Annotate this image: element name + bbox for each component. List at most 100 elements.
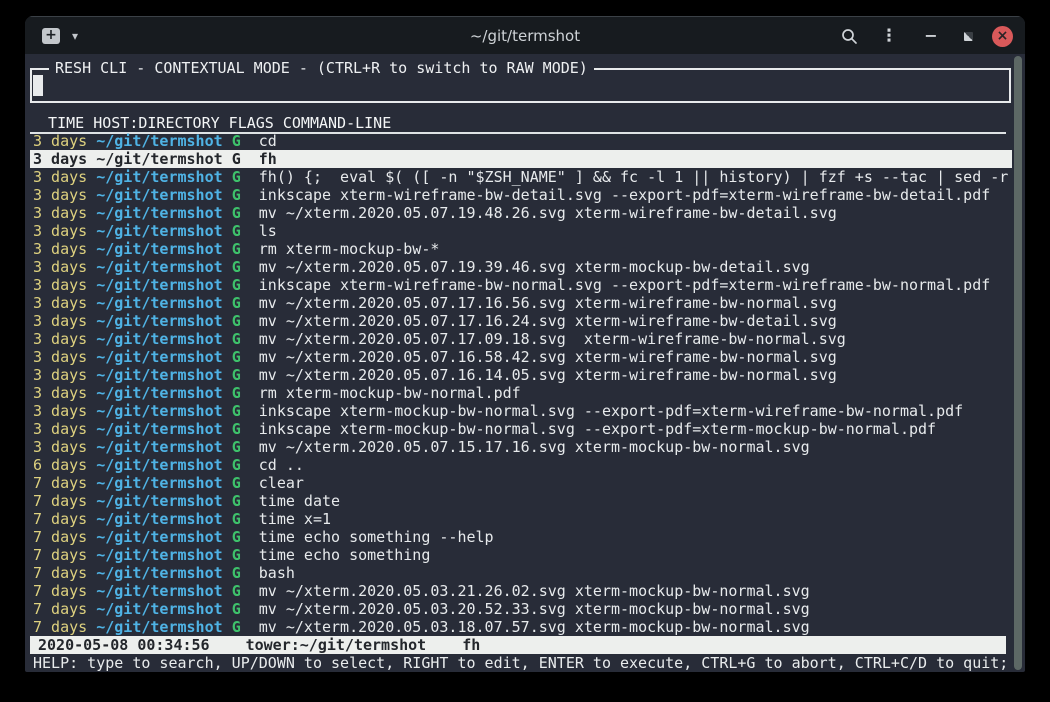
row-time: 3 days [33,168,87,186]
row-flags: G [232,186,241,204]
restore-button[interactable] [956,24,980,48]
history-row[interactable]: 3 days ~/git/termshot G cd [30,132,1012,150]
row-command: rm xterm-mockup-bw-* [259,240,440,258]
history-row[interactable]: 3 days ~/git/termshot G mv ~/xterm.2020.… [30,366,1012,384]
row-flags: G [232,510,241,528]
row-flags: G [232,438,241,456]
history-row[interactable]: 3 days ~/git/termshot G mv ~/xterm.2020.… [30,438,1012,456]
close-button[interactable]: × [992,26,1013,47]
row-time: 3 days [33,348,87,366]
row-host-directory: ~/git/termshot [96,564,222,582]
row-time: 3 days [33,240,87,258]
row-time: 7 days [33,600,87,618]
row-host-directory: ~/git/termshot [96,168,222,186]
row-command: mv ~/xterm.2020.05.07.16.58.42.svg xterm… [259,348,837,366]
row-host-directory: ~/git/termshot [96,150,222,168]
frame-title: RESH CLI - CONTEXTUAL MODE - (CTRL+R to … [49,59,594,77]
row-command: cd .. [259,456,304,474]
status-location: tower:~/git/termshot [246,636,427,654]
history-row[interactable]: 7 days ~/git/termshot G time x=1 [30,510,1012,528]
row-flags: G [232,330,241,348]
history-row[interactable]: 3 days ~/git/termshot G rm xterm-mockup-… [30,384,1012,402]
history-row[interactable]: 3 days ~/git/termshot G mv ~/xterm.2020.… [30,330,1012,348]
row-host-directory: ~/git/termshot [96,618,222,636]
history-row[interactable]: 3 days ~/git/termshot G inkscape xterm-m… [30,420,1012,438]
search-button[interactable] [837,24,861,48]
status-command: fh [462,636,480,654]
row-host-directory: ~/git/termshot [96,492,222,510]
row-flags: G [232,456,241,474]
scrollbar-thumb[interactable] [1014,56,1022,670]
row-time: 7 days [33,474,87,492]
row-flags: G [232,276,241,294]
minimize-button[interactable]: − [919,24,943,48]
row-command: mv ~/xterm.2020.05.03.21.26.02.svg xterm… [259,582,810,600]
menu-button[interactable]: ⋮ [877,24,901,48]
history-row[interactable]: 7 days ~/git/termshot G bash [30,564,1012,582]
history-row[interactable]: 3 days ~/git/termshot G mv ~/xterm.2020.… [30,348,1012,366]
row-flags: G [232,564,241,582]
row-host-directory: ~/git/termshot [96,528,222,546]
row-time: 6 days [33,456,87,474]
row-flags: G [232,384,241,402]
history-row[interactable]: 3 days ~/git/termshot G fh() {; eval $( … [30,168,1012,186]
history-row[interactable]: 3 days ~/git/termshot G inkscape xterm-w… [30,186,1012,204]
row-command: mv ~/xterm.2020.05.03.18.07.57.svg xterm… [259,618,810,636]
history-row[interactable]: 3 days ~/git/termshot G ls [30,222,1012,240]
row-flags: G [232,168,241,186]
row-time: 3 days [33,330,87,348]
row-flags: G [232,258,241,276]
close-icon: × [997,28,1009,44]
row-time: 3 days [33,186,87,204]
row-flags: G [232,618,241,636]
row-flags: G [232,474,241,492]
history-row[interactable]: 7 days ~/git/termshot G mv ~/xterm.2020.… [30,600,1012,618]
status-bar: 2020-05-08 00:34:56 tower:~/git/termshot f… [30,636,1006,654]
history-row[interactable]: 7 days ~/git/termshot G time echo someth… [30,528,1012,546]
row-command: inkscape xterm-wireframe-bw-normal.svg -… [259,276,991,294]
row-time: 7 days [33,582,87,600]
row-host-directory: ~/git/termshot [96,384,222,402]
row-flags: G [232,348,241,366]
history-row[interactable]: 3 days ~/git/termshot G mv ~/xterm.2020.… [30,204,1012,222]
row-command: mv ~/xterm.2020.05.07.17.16.56.svg xterm… [259,294,837,312]
history-row[interactable]: 7 days ~/git/termshot G time date [30,492,1012,510]
row-host-directory: ~/git/termshot [96,204,222,222]
row-host-directory: ~/git/termshot [96,366,222,384]
row-command: time echo something [259,546,431,564]
row-time: 7 days [33,492,87,510]
row-flags: G [232,600,241,618]
row-command: fh() {; eval $( ([ -n "$ZSH_NAME" ] && f… [259,168,1009,186]
row-flags: G [232,294,241,312]
row-time: 3 days [33,258,87,276]
row-command: bash [259,564,295,582]
history-row[interactable]: 7 days ~/git/termshot G mv ~/xterm.2020.… [30,618,1012,636]
row-host-directory: ~/git/termshot [96,582,222,600]
history-row[interactable]: 7 days ~/git/termshot G time echo someth… [30,546,1012,564]
status-datetime: 2020-05-08 00:34:56 [38,636,210,654]
text-cursor[interactable] [33,75,43,96]
history-row[interactable]: 3 days ~/git/termshot G mv ~/xterm.2020.… [30,258,1012,276]
history-row[interactable]: 3 days ~/git/termshot G inkscape xterm-m… [30,402,1012,420]
row-flags: G [232,582,241,600]
row-command: fh [259,150,277,168]
terminal-content: RESH CLI - CONTEXTUAL MODE - (CTRL+R to … [25,54,1025,672]
row-host-directory: ~/git/termshot [96,258,222,276]
history-row[interactable]: 6 days ~/git/termshot G cd .. [30,456,1012,474]
row-host-directory: ~/git/termshot [96,276,222,294]
row-command: mv ~/xterm.2020.05.07.19.48.26.svg xterm… [259,204,837,222]
row-command: time date [259,492,340,510]
history-row[interactable]: 3 days ~/git/termshot G inkscape xterm-w… [30,276,1012,294]
history-row[interactable]: 3 days ~/git/termshot G rm xterm-mockup-… [30,240,1012,258]
row-time: 3 days [33,132,87,150]
history-row[interactable]: 3 days ~/git/termshot G fh [30,150,1012,168]
history-row[interactable]: 7 days ~/git/termshot G mv ~/xterm.2020.… [30,582,1012,600]
history-row[interactable]: 7 days ~/git/termshot G clear [30,474,1012,492]
row-flags: G [232,402,241,420]
history-row[interactable]: 3 days ~/git/termshot G mv ~/xterm.2020.… [30,312,1012,330]
row-time: 7 days [33,510,87,528]
row-host-directory: ~/git/termshot [96,312,222,330]
history-row[interactable]: 3 days ~/git/termshot G mv ~/xterm.2020.… [30,294,1012,312]
row-time: 3 days [33,402,87,420]
row-time: 3 days [33,204,87,222]
